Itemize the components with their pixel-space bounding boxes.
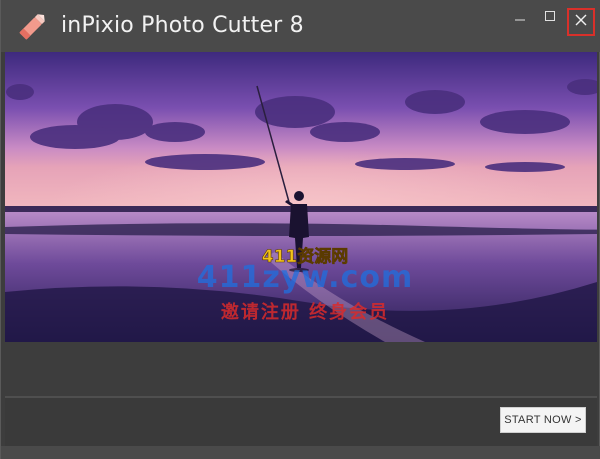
title-bar[interactable]: inPixio Photo Cutter 8: [1, 0, 600, 52]
close-icon: [574, 13, 588, 32]
watermark-line-2: 411zyw.com: [196, 260, 414, 295]
bottom-edge: [1, 446, 600, 459]
pencil-eraser-icon: [15, 10, 49, 44]
minimize-button[interactable]: [506, 6, 534, 30]
maximize-icon: [544, 9, 556, 27]
minimize-icon: [514, 9, 526, 27]
maximize-button[interactable]: [536, 6, 564, 30]
app-window: inPixio Photo Cutter 8 411资源网 411zyw.com…: [0, 0, 600, 459]
app-title: inPixio Photo Cutter 8: [61, 13, 304, 38]
close-button[interactable]: [567, 8, 595, 36]
watermark-line-3: 邀请注册 终身会员: [220, 302, 390, 323]
hero-image: 411资源网 411zyw.com 邀请注册 终身会员: [5, 52, 597, 342]
content-area: [5, 342, 597, 396]
start-now-button[interactable]: START NOW >: [500, 407, 586, 433]
